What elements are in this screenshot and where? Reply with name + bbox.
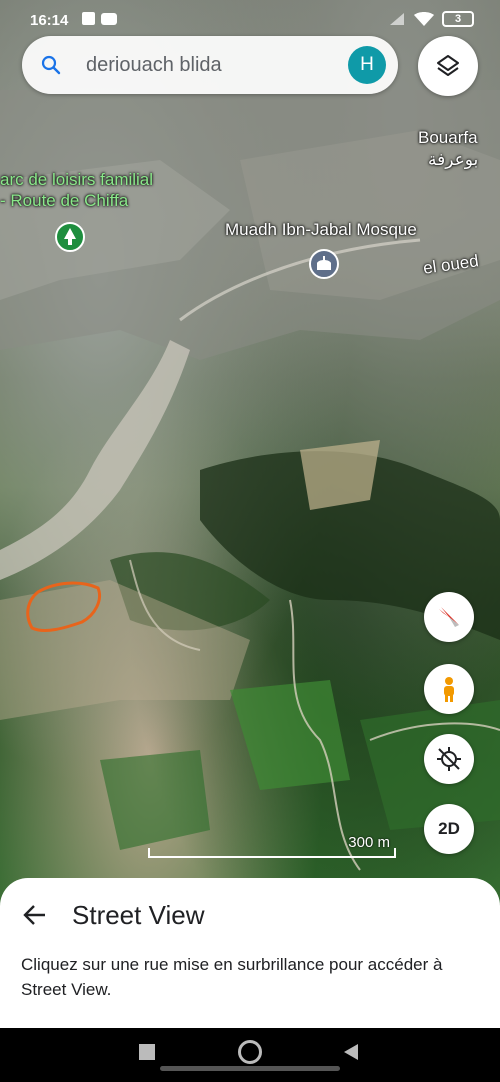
map-label-parc[interactable]: arc de loisirs familial	[0, 170, 153, 190]
street-view-sheet: Street View Cliquez sur une rue mise en …	[0, 878, 500, 1028]
map-label-bouarfa-arabic[interactable]: بوعرفة	[428, 150, 478, 170]
status-bar: 16:14 3	[0, 0, 500, 40]
recents-button[interactable]	[139, 1044, 155, 1060]
back-button[interactable]	[344, 1044, 358, 1060]
park-pin-icon[interactable]	[55, 222, 85, 252]
layers-button[interactable]	[418, 36, 478, 96]
pegman-icon	[444, 677, 454, 702]
system-nav-bar	[0, 1028, 500, 1082]
sheet-title: Street View	[72, 900, 205, 930]
search-bar[interactable]: deriouach blida H	[22, 36, 398, 94]
notification-icon	[82, 12, 95, 25]
map-label-bouarfa[interactable]: Bouarfa	[418, 128, 478, 148]
compass-icon	[439, 607, 459, 627]
view-2d-button[interactable]: 2D	[424, 804, 474, 854]
signal-icon	[390, 13, 404, 25]
scale-bar: 300 m	[148, 834, 396, 858]
compass-button[interactable]	[424, 592, 474, 642]
wifi-icon	[414, 12, 434, 26]
sheet-description: Cliquez sur une rue mise en surbrillance…	[21, 955, 443, 999]
search-input[interactable]: deriouach blida	[86, 54, 222, 77]
location-off-button[interactable]	[424, 734, 474, 784]
notification-icons	[82, 12, 117, 25]
location-disabled-icon	[437, 747, 461, 771]
youtube-icon	[101, 13, 117, 25]
map-label-mosque[interactable]: Muadh Ibn-Jabal Mosque	[225, 220, 417, 240]
search-icon	[41, 55, 61, 75]
layers-icon	[437, 55, 459, 76]
mosque-pin-icon[interactable]	[309, 249, 339, 279]
back-arrow-icon[interactable]	[22, 902, 48, 928]
home-button[interactable]	[238, 1040, 262, 1064]
system-icons: 3	[388, 11, 474, 27]
battery-icon: 3	[442, 11, 474, 27]
account-avatar[interactable]: H	[348, 46, 386, 84]
scale-label: 300 m	[348, 834, 390, 851]
status-time: 16:14	[30, 12, 69, 29]
gesture-handle	[160, 1066, 340, 1071]
map-label-route[interactable]: - Route de Chiffa	[0, 191, 128, 211]
pegman-button[interactable]	[424, 664, 474, 714]
